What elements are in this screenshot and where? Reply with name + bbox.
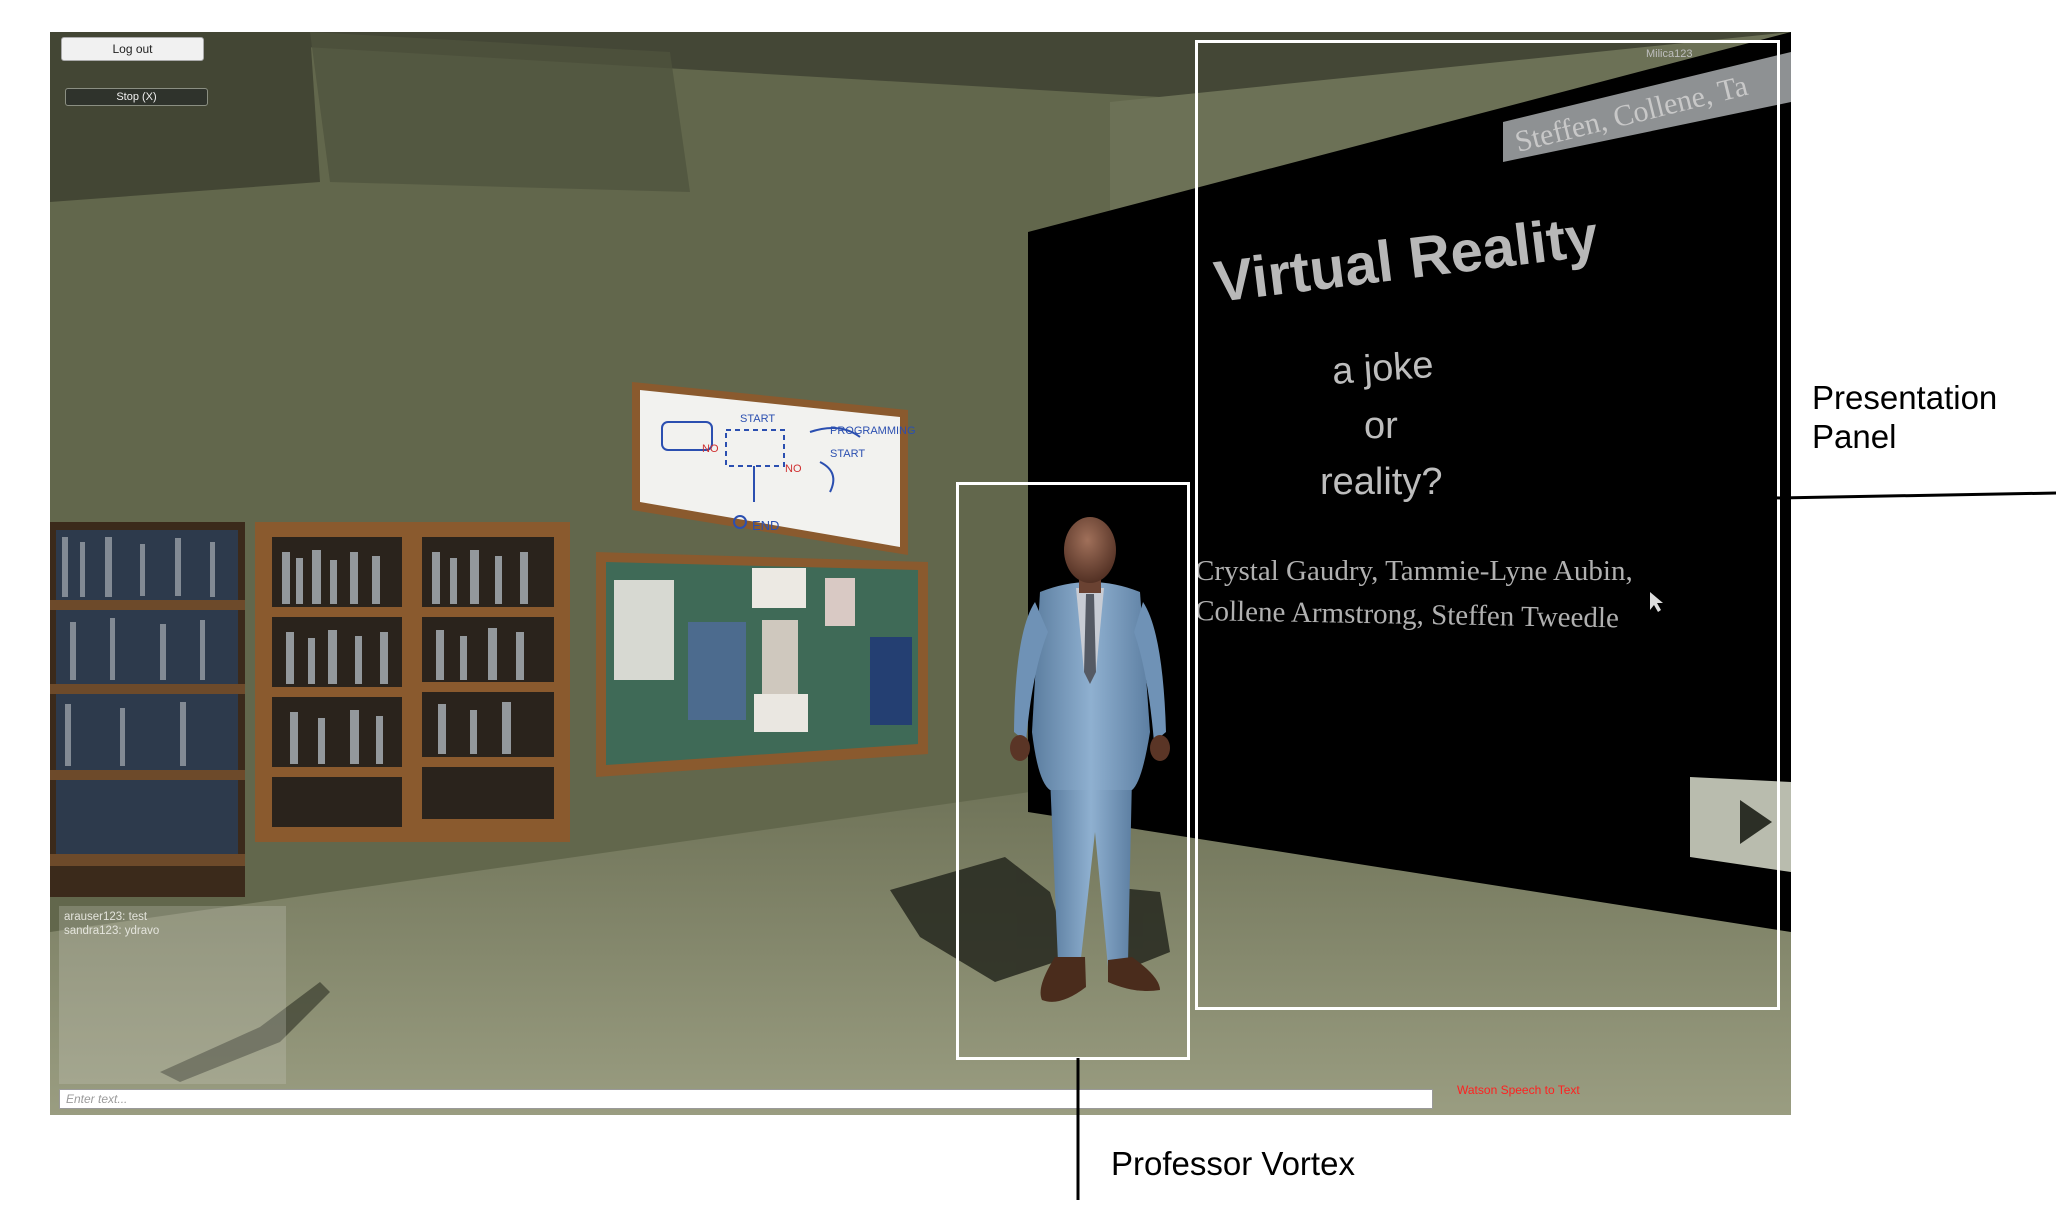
watson-speech-to-text-label[interactable]: Watson Speech to Text <box>1457 1083 1580 1097</box>
presentation-label-line-2: Panel <box>1812 418 1897 455</box>
whiteboard-text-programming: PROGRAMMING <box>830 425 916 437</box>
logout-button[interactable]: Log out <box>61 37 204 61</box>
presentation-callout-line <box>1775 491 2056 500</box>
whiteboard-text-no: NO <box>702 443 719 455</box>
presentation-label-line-1: Presentation <box>1812 379 1998 416</box>
presentation-panel-highlight <box>1195 40 1780 1010</box>
chat-message: arauser123: test <box>64 911 148 923</box>
chat-log-panel[interactable]: arauser123: test sandra123: ydravo <box>59 906 286 1084</box>
chat-message: sandra123: ydravo <box>64 925 160 937</box>
professor-vortex-label: Professor Vortex <box>1111 1145 1355 1182</box>
whiteboard-text-start-2: START <box>830 448 865 460</box>
bookshelf-middle <box>255 522 570 842</box>
chat-input[interactable] <box>59 1089 1433 1109</box>
bulletin-board <box>596 552 928 777</box>
wall-shadow-2 <box>310 32 690 192</box>
bookshelf-left <box>50 522 245 897</box>
professor-callout-line <box>1076 1058 1080 1200</box>
whiteboard-text-end: END <box>752 518 779 533</box>
presentation-panel-label: Presentation Panel <box>1812 378 1997 456</box>
professor-vortex-highlight <box>956 482 1190 1060</box>
whiteboard-text-no-2: NO <box>785 463 802 475</box>
stop-button[interactable]: Stop (X) <box>65 88 208 106</box>
whiteboard-text-start: START <box>740 413 775 425</box>
